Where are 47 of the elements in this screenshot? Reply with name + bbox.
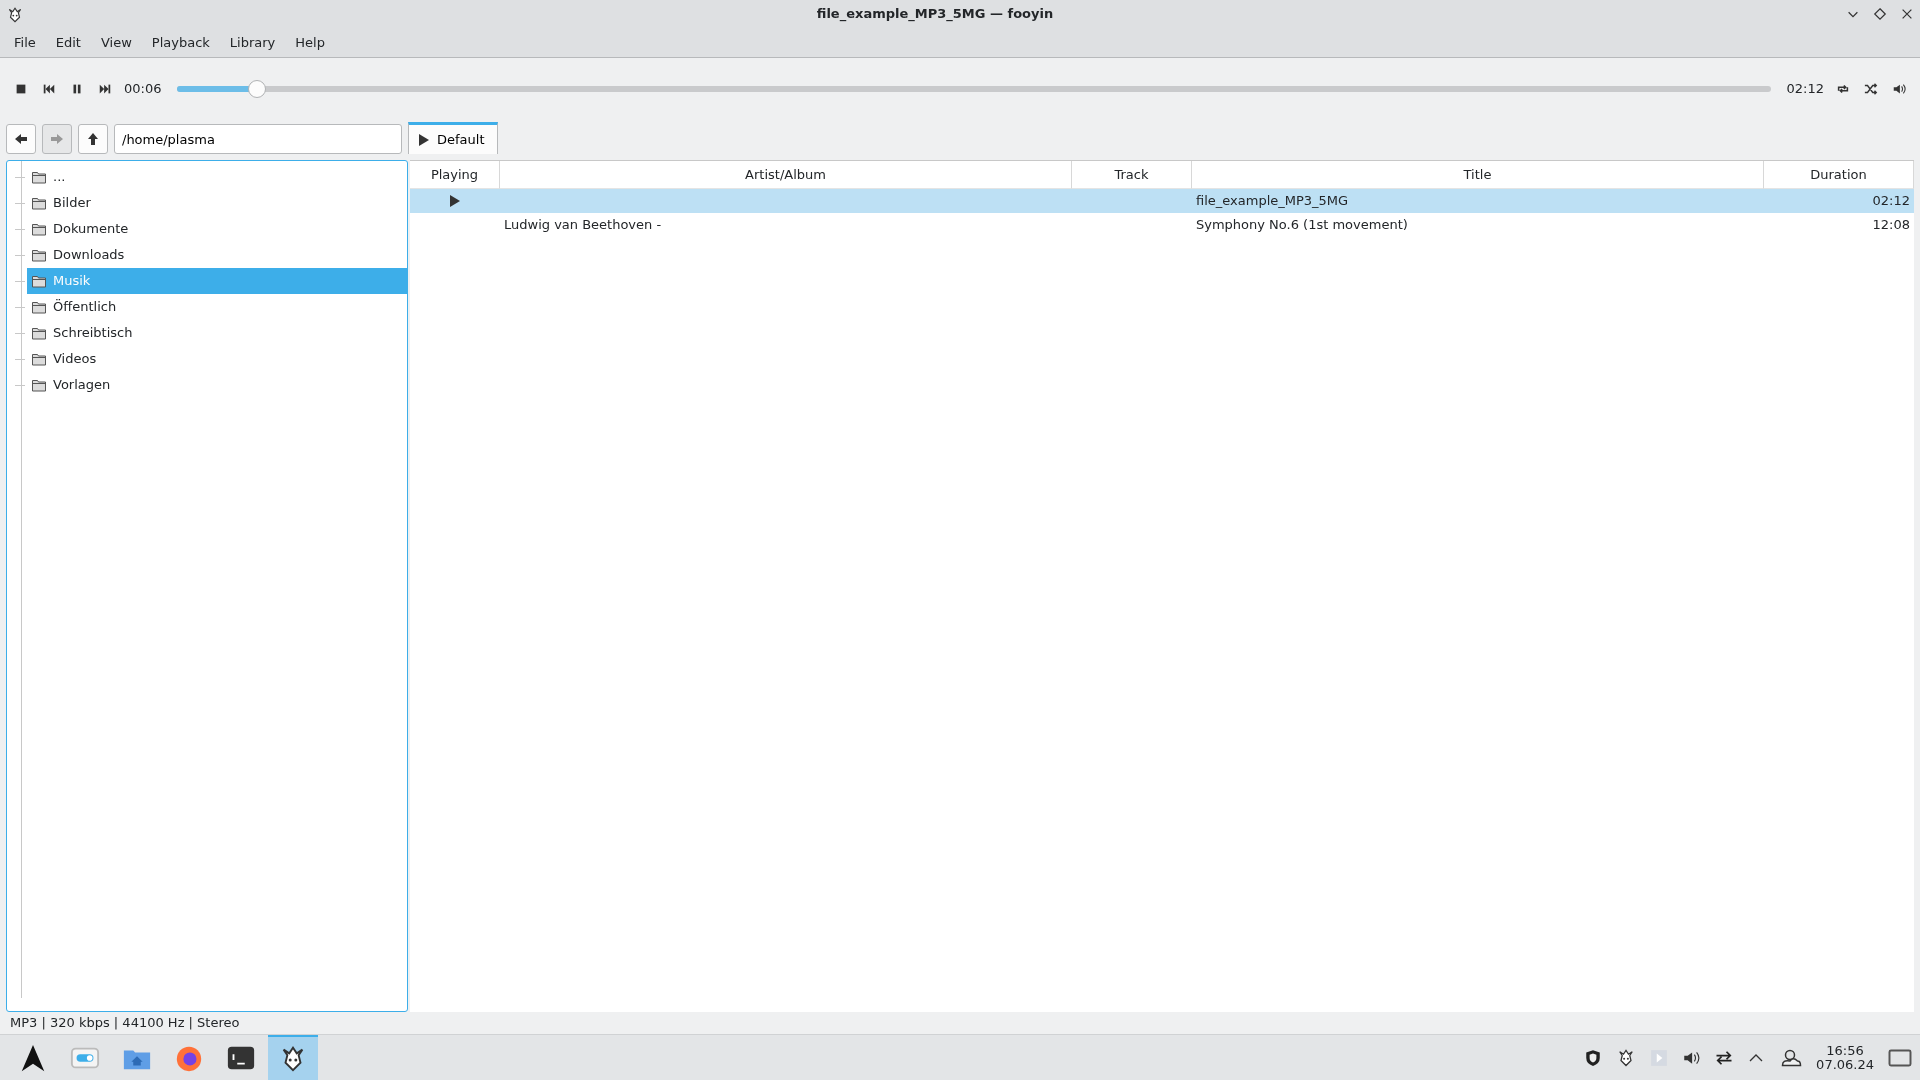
shield-icon[interactable]	[1584, 1048, 1603, 1067]
status-text: MP3 | 320 kbps | 44100 Hz | Stereo	[10, 1014, 240, 1033]
menu-item[interactable]: View	[90, 30, 142, 55]
folder-icon	[31, 221, 47, 237]
app-logo-icon	[6, 5, 24, 24]
menu-item[interactable]: Playback	[141, 30, 220, 55]
table-cell-text: file_example_MP3_5MG	[1196, 192, 1349, 211]
playlist-row[interactable]: Ludwig van Beethoven - Symphony No.6 (1st movement) 12:08	[410, 213, 1914, 237]
folder-icon	[31, 377, 47, 393]
menu-item[interactable]: Help	[285, 30, 335, 55]
table-cell-text: 02:12	[1872, 192, 1910, 211]
folder-icon	[31, 273, 47, 289]
folder-icon	[31, 325, 47, 341]
previous-icon	[42, 82, 56, 96]
menu-item[interactable]: File	[4, 30, 46, 55]
repeat-icon	[1836, 82, 1850, 96]
shuffle-icon	[1864, 82, 1878, 96]
back-button[interactable]	[6, 124, 36, 154]
maximize-icon[interactable]	[1873, 7, 1887, 21]
table-cell-text: 12:08	[1872, 216, 1910, 235]
folder-icon	[31, 299, 47, 315]
folder-icon	[31, 351, 47, 367]
play-icon	[419, 133, 429, 146]
slider-handle[interactable]	[248, 80, 267, 98]
menu-item[interactable]: Edit	[45, 30, 91, 55]
total-time: 02:12	[1786, 80, 1824, 99]
clock[interactable]: 16:56 07.06.24	[1816, 1043, 1874, 1072]
folder-icon	[31, 169, 47, 185]
left-arrow-icon[interactable]	[13, 131, 29, 147]
table-cell-text: Ludwig van Beethoven -	[504, 216, 662, 235]
window-title: file_example_MP3_5MG — fooyin	[815, 5, 1055, 24]
up-arrow-icon[interactable]	[85, 131, 101, 147]
volume-icon	[1892, 82, 1906, 96]
table-cell-text: Symphony No.6 (1st movement)	[1196, 216, 1408, 235]
seek-slider[interactable]	[177, 79, 1771, 99]
playlist-tab[interactable]: Default	[408, 122, 498, 154]
close-icon[interactable]	[1900, 7, 1914, 21]
up-button[interactable]	[78, 124, 108, 154]
stop-icon	[14, 82, 28, 96]
path-field[interactable]: /home/plasma	[114, 124, 402, 154]
menu-item[interactable]: Library	[219, 30, 286, 55]
folder-icon	[31, 247, 47, 263]
taskbar-app[interactable]	[268, 1034, 318, 1080]
elapsed-time: 00:06	[124, 80, 162, 99]
playlist-row[interactable]: file_example_MP3_5MG 02:12	[410, 189, 1914, 213]
next-icon	[98, 82, 112, 96]
folder-icon	[31, 195, 47, 211]
